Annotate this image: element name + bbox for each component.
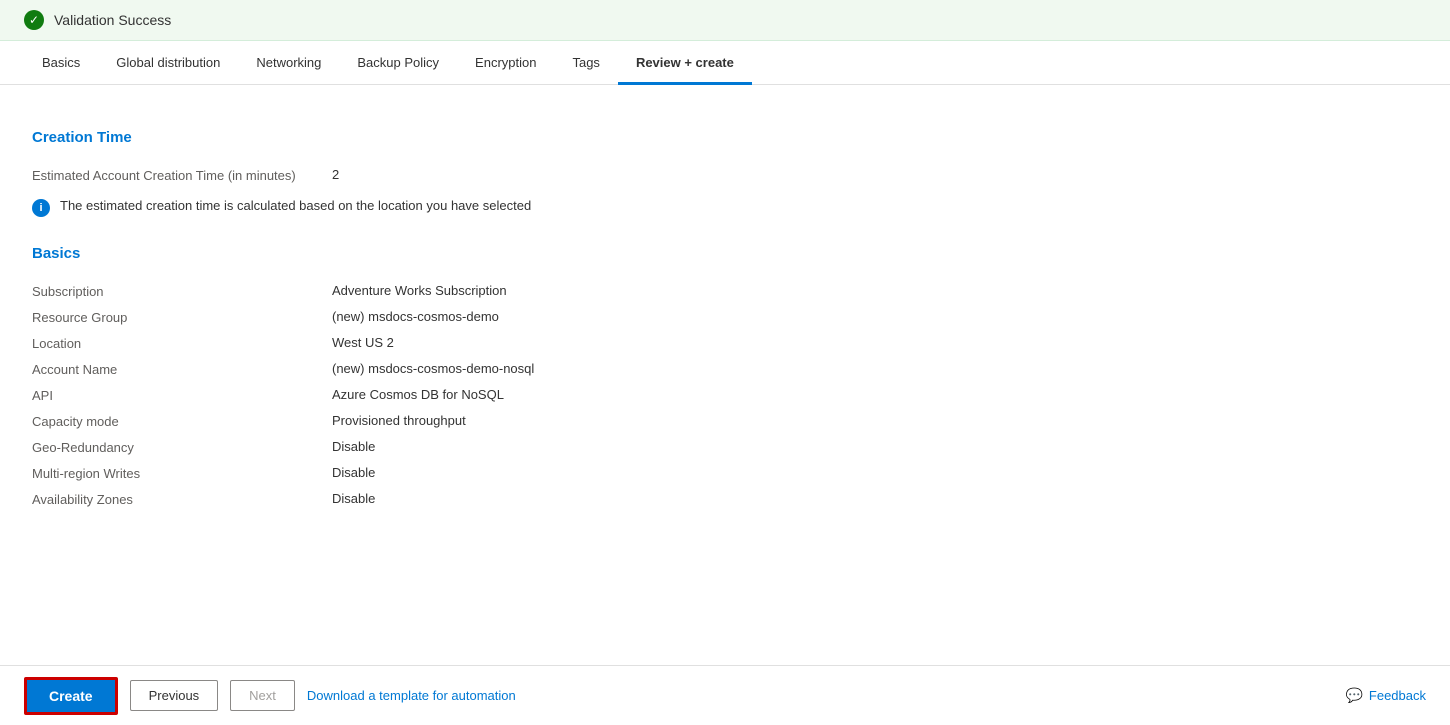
tab-basics[interactable]: Basics	[24, 41, 98, 85]
geo-redundancy-value: Disable	[332, 439, 375, 454]
subscription-value: Adventure Works Subscription	[332, 283, 507, 298]
availability-zones-row: Availability Zones Disable	[32, 486, 1418, 512]
geo-redundancy-row: Geo-Redundancy Disable	[32, 434, 1418, 460]
info-icon: i	[32, 199, 50, 217]
tab-review-create[interactable]: Review + create	[618, 41, 752, 85]
estimated-time-label: Estimated Account Creation Time (in minu…	[32, 167, 332, 183]
account-name-row: Account Name (new) msdocs-cosmos-demo-no…	[32, 356, 1418, 382]
capacity-mode-value: Provisioned throughput	[332, 413, 466, 428]
next-button[interactable]: Next	[230, 680, 295, 711]
location-row: Location West US 2	[32, 330, 1418, 356]
geo-redundancy-label: Geo-Redundancy	[32, 439, 332, 455]
previous-button[interactable]: Previous	[130, 680, 219, 711]
creation-time-title: Creation Time	[32, 129, 1418, 146]
creation-time-section: Creation Time Estimated Account Creation…	[32, 129, 1418, 217]
resource-group-label: Resource Group	[32, 309, 332, 325]
create-button[interactable]: Create	[24, 677, 118, 715]
api-value: Azure Cosmos DB for NoSQL	[332, 387, 504, 402]
feedback-button[interactable]: 💬 Feedback	[1345, 687, 1426, 704]
subscription-row: Subscription Adventure Works Subscriptio…	[32, 278, 1418, 304]
basics-section: Basics Subscription Adventure Works Subs…	[32, 245, 1418, 512]
account-name-label: Account Name	[32, 361, 332, 377]
multi-region-writes-label: Multi-region Writes	[32, 465, 332, 481]
tabs-bar: Basics Global distribution Networking Ba…	[0, 41, 1450, 85]
footer: Create Previous Next Download a template…	[0, 665, 1450, 725]
info-message: The estimated creation time is calculate…	[60, 198, 531, 213]
tab-tags[interactable]: Tags	[554, 41, 617, 85]
validation-message: Validation Success	[54, 12, 171, 28]
resource-group-value: (new) msdocs-cosmos-demo	[332, 309, 499, 324]
location-value: West US 2	[332, 335, 394, 350]
feedback-label: Feedback	[1369, 688, 1426, 703]
subscription-label: Subscription	[32, 283, 332, 299]
capacity-mode-row: Capacity mode Provisioned throughput	[32, 408, 1418, 434]
feedback-icon: 💬	[1345, 687, 1362, 704]
tab-encryption[interactable]: Encryption	[457, 41, 554, 85]
availability-zones-value: Disable	[332, 491, 375, 506]
validation-banner: ✓ Validation Success	[0, 0, 1450, 41]
resource-group-row: Resource Group (new) msdocs-cosmos-demo	[32, 304, 1418, 330]
info-box: i The estimated creation time is calcula…	[32, 198, 1418, 217]
api-row: API Azure Cosmos DB for NoSQL	[32, 382, 1418, 408]
location-label: Location	[32, 335, 332, 351]
account-name-value: (new) msdocs-cosmos-demo-nosql	[332, 361, 534, 376]
tab-global-distribution[interactable]: Global distribution	[98, 41, 238, 85]
main-content: Creation Time Estimated Account Creation…	[0, 85, 1450, 600]
api-label: API	[32, 387, 332, 403]
capacity-mode-label: Capacity mode	[32, 413, 332, 429]
basics-title: Basics	[32, 245, 1418, 262]
success-icon: ✓	[24, 10, 44, 30]
availability-zones-label: Availability Zones	[32, 491, 332, 507]
tab-backup-policy[interactable]: Backup Policy	[339, 41, 457, 85]
multi-region-writes-row: Multi-region Writes Disable	[32, 460, 1418, 486]
estimated-time-row: Estimated Account Creation Time (in minu…	[32, 162, 1418, 188]
estimated-time-value: 2	[332, 167, 339, 182]
automation-template-link[interactable]: Download a template for automation	[307, 688, 516, 703]
tab-networking[interactable]: Networking	[238, 41, 339, 85]
multi-region-writes-value: Disable	[332, 465, 375, 480]
